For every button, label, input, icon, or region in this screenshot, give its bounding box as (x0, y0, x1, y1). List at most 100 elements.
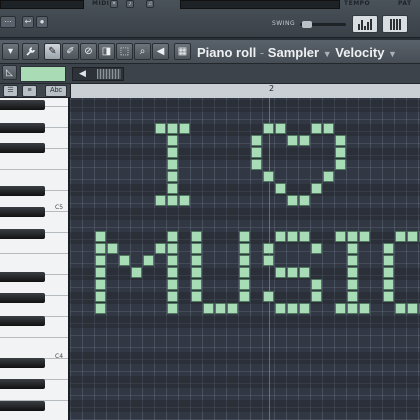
black-key[interactable] (0, 379, 45, 389)
note-block[interactable] (191, 255, 202, 266)
keyboard-view-icon[interactable] (382, 15, 408, 33)
note-block[interactable] (335, 147, 346, 158)
note-block[interactable] (347, 267, 358, 278)
note-block[interactable] (95, 267, 106, 278)
note-block[interactable] (311, 279, 322, 290)
black-key[interactable] (0, 207, 45, 217)
note-block[interactable] (347, 303, 358, 314)
note-block[interactable] (167, 195, 178, 206)
note-block[interactable] (263, 171, 274, 182)
note-block[interactable] (239, 243, 250, 254)
note-block[interactable] (215, 303, 226, 314)
note-block[interactable] (359, 231, 370, 242)
note-block[interactable] (311, 291, 322, 302)
note-icon[interactable]: ♪ (126, 0, 134, 8)
step-sequencer-icon[interactable] (352, 15, 378, 33)
note-block[interactable] (275, 231, 286, 242)
note-block[interactable] (251, 159, 262, 170)
note-block[interactable] (287, 195, 298, 206)
note-block[interactable] (299, 267, 310, 278)
note-block[interactable] (395, 303, 406, 314)
note-block[interactable] (251, 147, 262, 158)
note-block[interactable] (167, 255, 178, 266)
black-key[interactable] (0, 100, 45, 110)
black-key[interactable] (0, 401, 45, 411)
note-block[interactable] (323, 171, 334, 182)
white-key[interactable] (0, 169, 68, 170)
note-block[interactable] (287, 231, 298, 242)
note-block[interactable] (191, 279, 202, 290)
note-block[interactable] (251, 135, 262, 146)
note-block[interactable] (383, 279, 394, 290)
note-block[interactable] (383, 243, 394, 254)
note-block[interactable] (167, 159, 178, 170)
note-block[interactable] (407, 231, 418, 242)
timeline-ruler[interactable]: 2 (70, 84, 420, 98)
chevron-down-icon[interactable]: ▼ (388, 49, 397, 59)
note-block[interactable] (263, 123, 274, 134)
note-block[interactable] (335, 303, 346, 314)
snap-icon[interactable]: ↩ (22, 16, 34, 28)
note-block[interactable] (95, 291, 106, 302)
step-icon[interactable]: ⋯ (0, 16, 16, 28)
note-block[interactable] (191, 291, 202, 302)
note-block[interactable] (407, 303, 418, 314)
note-block[interactable] (95, 243, 106, 254)
black-key[interactable] (0, 358, 45, 368)
note-block[interactable] (299, 303, 310, 314)
note-block[interactable] (287, 267, 298, 278)
note-block[interactable] (167, 303, 178, 314)
note-block[interactable] (347, 231, 358, 242)
record-icon[interactable]: ● (36, 16, 48, 28)
note-block[interactable] (155, 243, 166, 254)
note-block[interactable] (311, 243, 322, 254)
note-block[interactable] (119, 255, 130, 266)
select-icon[interactable]: ⬚ (116, 43, 133, 60)
midi-close-icon[interactable]: × (110, 0, 118, 8)
note-block[interactable] (335, 135, 346, 146)
piano-roll-title[interactable]: Piano roll - Sampler ▼ Velocity ▼ (197, 45, 397, 60)
note-block[interactable] (155, 123, 166, 134)
note-block[interactable] (191, 267, 202, 278)
note-block[interactable] (383, 291, 394, 302)
chevron-down-icon[interactable]: ▼ (323, 49, 332, 59)
scroll-left-icon[interactable]: ◀ (79, 68, 86, 79)
note-block[interactable] (395, 231, 406, 242)
note-block[interactable] (179, 195, 190, 206)
note-block[interactable] (287, 303, 298, 314)
note-block[interactable] (335, 231, 346, 242)
scroll-grip[interactable] (97, 69, 121, 79)
horizontal-zoom-scrollbar[interactable]: ◀ (72, 67, 124, 81)
note-block[interactable] (95, 231, 106, 242)
piano-keyboard[interactable]: C5 C4 (0, 98, 70, 420)
white-key[interactable] (0, 337, 68, 338)
speaker-icon[interactable]: ◀ (152, 43, 169, 60)
note-block[interactable] (167, 231, 178, 242)
note-block[interactable] (299, 231, 310, 242)
note-block[interactable] (359, 303, 370, 314)
note-block[interactable] (263, 255, 274, 266)
note-block[interactable] (167, 243, 178, 254)
note-block[interactable] (155, 195, 166, 206)
note-block[interactable] (131, 267, 142, 278)
note-block[interactable] (191, 231, 202, 242)
note-block[interactable] (263, 243, 274, 254)
menu-arrow-icon[interactable]: ▾ (2, 43, 19, 60)
note-block[interactable] (347, 291, 358, 302)
note-block[interactable] (311, 183, 322, 194)
target-parameter[interactable]: Velocity (335, 45, 384, 60)
note-color-swatch[interactable] (20, 66, 66, 82)
black-key[interactable] (0, 143, 45, 153)
note-block[interactable] (107, 243, 118, 254)
note-block[interactable] (383, 267, 394, 278)
snap-grid-icon[interactable]: ▦ (174, 43, 191, 60)
note-block[interactable] (311, 123, 322, 134)
note-block[interactable] (203, 303, 214, 314)
note-block[interactable] (299, 195, 310, 206)
note-block[interactable] (275, 123, 286, 134)
note-block[interactable] (275, 267, 286, 278)
black-key[interactable] (0, 229, 45, 239)
mute-icon[interactable]: ⊘ (80, 43, 97, 60)
pencil-icon[interactable]: ✎ (44, 43, 61, 60)
note-block[interactable] (347, 243, 358, 254)
